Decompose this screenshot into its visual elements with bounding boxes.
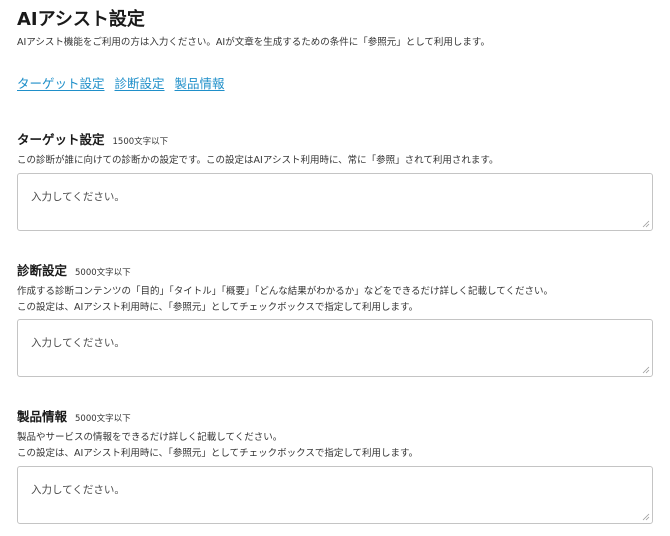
- diagnosis-settings-section: 診断設定 5000文字以下 作成する診断コンテンツの「目的」「タイトル」「概要」…: [17, 260, 653, 377]
- target-settings-section: ターゲット設定 1500文字以下 この診断が誰に向けての診断かの設定です。この設…: [17, 129, 653, 231]
- product-info-section: 製品情報 5000文字以下 製品やサービスの情報をできるだけ詳しく記載してくださ…: [17, 406, 653, 524]
- product-description-line: この設定は、AIアシスト利用時に、「参照元」としてチェックボックスで指定して利用…: [17, 448, 419, 459]
- product-char-limit: 5000文字以下: [75, 414, 131, 424]
- target-textarea-placeholder: 入力してください。: [31, 191, 125, 203]
- target-textarea[interactable]: 入力してください。: [17, 173, 653, 231]
- target-section-header: ターゲット設定 1500文字以下: [17, 129, 653, 148]
- resize-grip-icon[interactable]: [642, 366, 650, 374]
- diagnosis-textarea-placeholder: 入力してください。: [31, 337, 125, 349]
- product-textarea-placeholder: 入力してください。: [31, 484, 125, 496]
- product-description-line: 製品やサービスの情報をできるだけ詳しく記載してください。: [17, 432, 283, 443]
- diagnosis-description-line: この設定は、AIアシスト利用時に、「参照元」としてチェックボックスで指定して利用…: [17, 302, 419, 313]
- target-description-line: この診断が誰に向けての診断かの設定です。この設定はAIアシスト利用時に、常に「参…: [17, 155, 499, 166]
- target-char-limit: 1500文字以下: [112, 137, 169, 147]
- product-section-header: 製品情報 5000文字以下: [17, 406, 653, 425]
- product-textarea[interactable]: 入力してください。: [17, 466, 653, 524]
- resize-grip-icon[interactable]: [642, 513, 650, 521]
- target-section-title: ターゲット設定: [17, 132, 105, 147]
- page-description: AIアシスト機能をご利用の方は入力ください。AIが文章を生成するための条件に「参…: [17, 37, 490, 48]
- nav-link-diagnosis[interactable]: 診断設定: [115, 73, 165, 92]
- diagnosis-section-title: 診断設定: [17, 263, 68, 278]
- diagnosis-section-header: 診断設定 5000文字以下: [17, 260, 653, 279]
- resize-grip-icon[interactable]: [642, 220, 650, 228]
- diagnosis-char-limit: 5000文字以下: [75, 268, 131, 278]
- page-title: AIアシスト設定: [17, 9, 145, 30]
- section-anchor-nav: ターゲット設定 診断設定 製品情報: [17, 73, 225, 92]
- diagnosis-description-line: 作成する診断コンテンツの「目的」「タイトル」「概要」「どんな結果がわかるか」など…: [17, 286, 553, 297]
- product-section-title: 製品情報: [17, 409, 68, 424]
- nav-link-product[interactable]: 製品情報: [175, 73, 225, 92]
- nav-link-target[interactable]: ターゲット設定: [17, 73, 105, 92]
- diagnosis-textarea[interactable]: 入力してください。: [17, 319, 653, 377]
